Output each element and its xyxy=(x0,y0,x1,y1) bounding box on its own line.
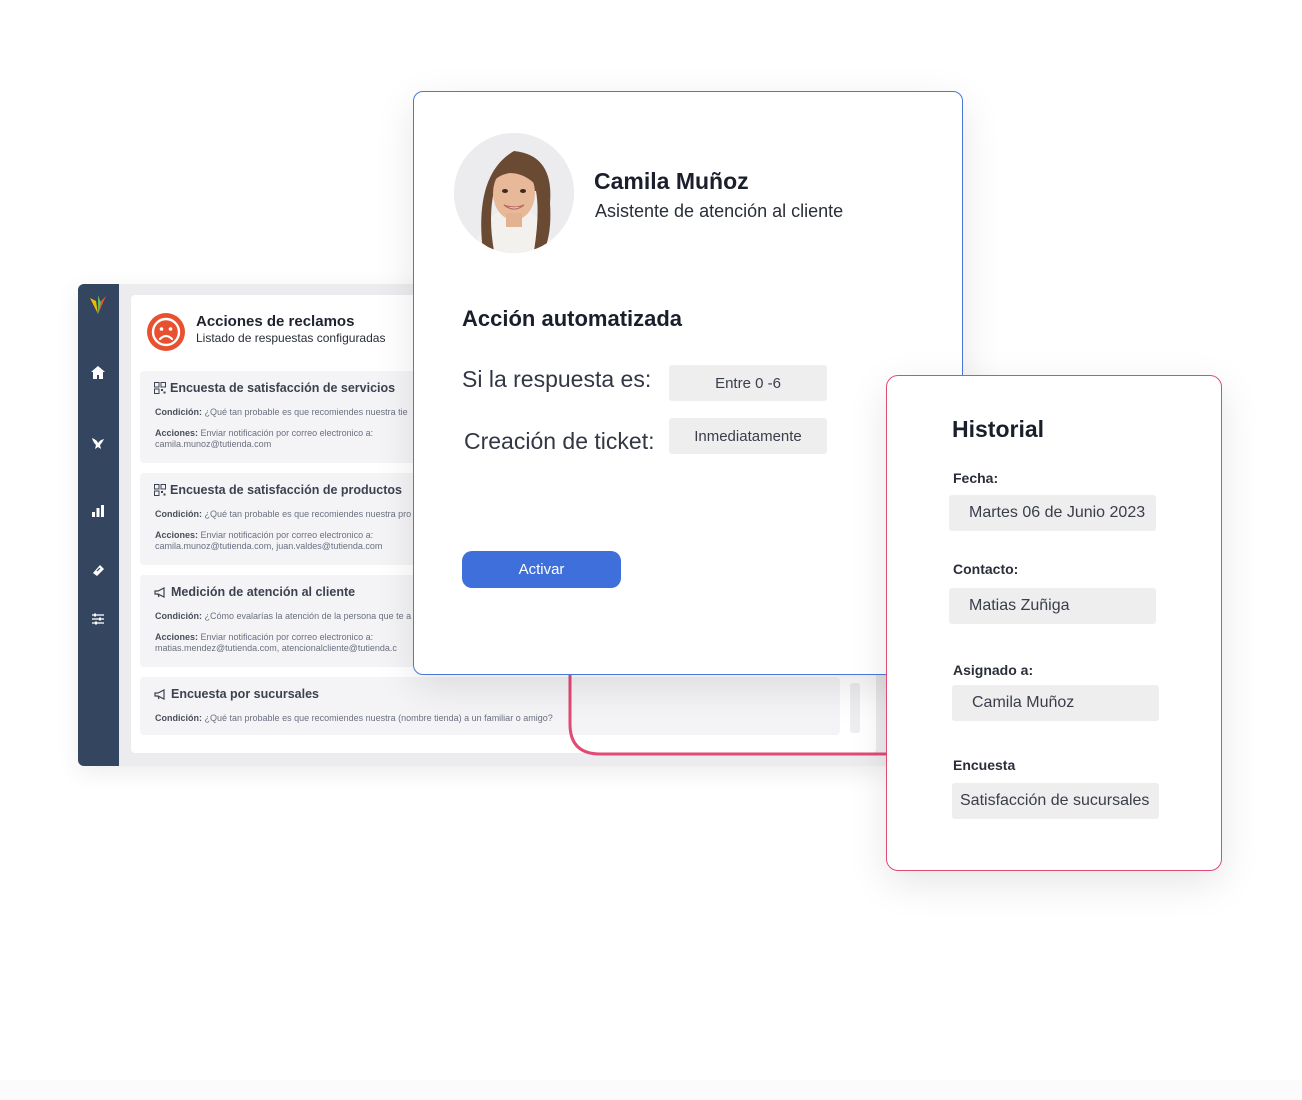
card-title-row: Encuesta por sucursales xyxy=(154,687,319,701)
card-actions: Acciones: Enviar notificación por correo… xyxy=(155,428,373,439)
qr-icon xyxy=(154,484,166,496)
section-title: Acción automatizada xyxy=(462,306,683,331)
card-condition: Condición: ¿Qué tan probable es que reco… xyxy=(155,407,408,418)
condition-label: Condición: xyxy=(155,611,202,621)
card-actions: Acciones: Enviar notificación por correo… xyxy=(155,530,373,541)
card-emails: matias.mendez@tutienda.com, atencionalcl… xyxy=(155,643,397,653)
date-label: Fecha: xyxy=(953,470,999,486)
actions-text: Enviar notificación por correo electroni… xyxy=(200,530,374,540)
actions-label: Acciones: xyxy=(155,428,199,438)
ticket-timing-field[interactable]: Inmediatamente xyxy=(669,418,827,454)
bar-chart-icon[interactable] xyxy=(89,502,107,520)
ticket-creation-label: Creación de ticket: xyxy=(464,428,655,454)
condition-text: ¿Qué tan probable es que recomiendes nue… xyxy=(204,509,412,519)
condition-text: ¿Qué tan probable es que recomiendes nue… xyxy=(204,407,408,417)
date-field[interactable]: Martes 06 de Junio 2023 xyxy=(949,495,1156,531)
card-emails: camila.munoz@tutienda.com, juan.valdes@t… xyxy=(155,541,383,551)
card-title-row: Encuesta de satisfacción de servicios xyxy=(154,381,395,395)
survey-label: Encuesta xyxy=(953,757,1016,773)
card-actions: Acciones: Enviar notificación por correo… xyxy=(155,632,373,643)
contact-label: Contacto: xyxy=(953,561,1019,577)
actions-text: Enviar notificación por correo electroni… xyxy=(200,632,374,642)
activate-button[interactable]: Activar xyxy=(462,551,621,588)
card-title: Encuesta por sucursales xyxy=(171,687,319,701)
response-range-field[interactable]: Entre 0 -6 xyxy=(669,365,827,401)
history-card: Historial Fecha: Martes 06 de Junio 2023… xyxy=(886,375,1222,871)
condition-text: ¿Cómo evalarías la atención de la person… xyxy=(204,611,412,621)
sad-face-icon xyxy=(147,313,185,351)
panel-title: Acciones de reclamos xyxy=(196,313,355,330)
scrollbar[interactable] xyxy=(850,683,860,733)
condition-label: Condición: xyxy=(155,713,202,723)
panel-subtitle: Listado de respuestas configuradas xyxy=(196,331,386,345)
response-condition-label: Si la respuesta es: xyxy=(462,366,652,392)
ticket-icon[interactable] xyxy=(89,561,107,579)
card-condition: Condición: ¿Cómo evalarías la atención d… xyxy=(155,611,411,622)
card-title: Encuesta de satisfacción de productos xyxy=(170,483,403,497)
bird-icon[interactable] xyxy=(89,434,107,452)
avatar xyxy=(454,133,574,253)
list-item[interactable]: Encuesta por sucursales Condición: ¿Qué … xyxy=(140,677,840,735)
person-role: Asistente de atención al cliente xyxy=(595,201,844,221)
card-condition: Condición: ¿Qué tan probable es que reco… xyxy=(155,713,553,724)
assignee-label: Asignado a: xyxy=(953,662,1034,678)
contact-field[interactable]: Matias Zuñiga xyxy=(949,588,1156,624)
person-photo-icon xyxy=(454,133,574,253)
card-title-row: Encuesta de satisfacción de productos xyxy=(154,483,402,497)
megaphone-icon xyxy=(154,688,165,700)
actions-label: Acciones: xyxy=(155,530,199,540)
person-name: Camila Muñoz xyxy=(594,168,749,194)
card-emails: camila.munoz@tutienda.com xyxy=(155,439,272,449)
history-title: Historial xyxy=(952,416,1045,442)
card-title: Encuesta de satisfacción de servicios xyxy=(170,381,396,395)
actions-label: Acciones: xyxy=(155,632,199,642)
condition-label: Condición: xyxy=(155,407,202,417)
home-icon[interactable] xyxy=(89,364,107,382)
automation-card: Camila Muñoz Asistente de atención al cl… xyxy=(413,91,963,675)
qr-icon xyxy=(154,382,166,394)
condition-text: ¿Qué tan probable es que recomiendes nue… xyxy=(204,713,553,723)
page-bottom-band xyxy=(0,1080,1302,1100)
actions-text: Enviar notificación por correo electroni… xyxy=(200,428,374,438)
card-condition: Condición: ¿Qué tan probable es que reco… xyxy=(155,509,411,520)
card-title: Medición de atención al cliente xyxy=(171,585,356,599)
card-title-row: Medición de atención al cliente xyxy=(154,585,355,599)
sidebar xyxy=(78,284,119,766)
condition-label: Condición: xyxy=(155,509,202,519)
assignee-field[interactable]: Camila Muñoz xyxy=(952,685,1159,721)
sliders-icon[interactable] xyxy=(89,610,107,628)
megaphone-icon xyxy=(154,586,165,598)
survey-field[interactable]: Satisfacción de sucursales xyxy=(952,783,1159,819)
logo-icon xyxy=(90,295,106,314)
